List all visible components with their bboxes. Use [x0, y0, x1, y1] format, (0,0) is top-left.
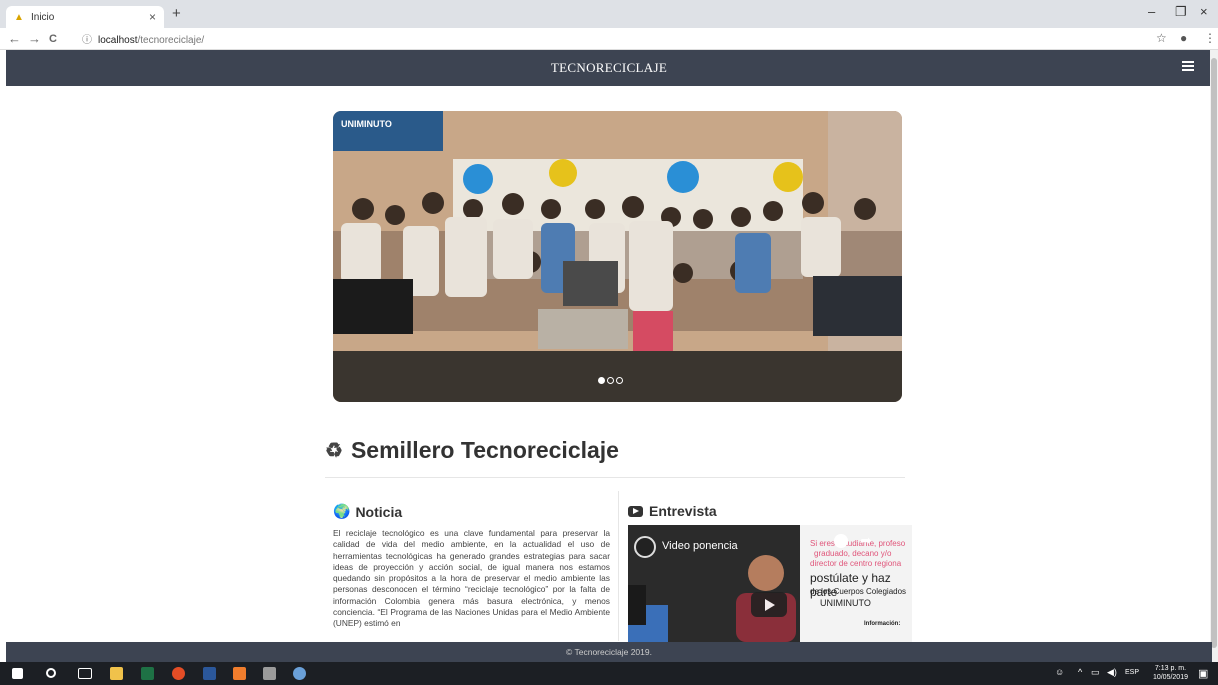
windows-start-icon[interactable]	[12, 668, 23, 679]
os-taskbar: ☺ ^ ▭ ◀) ESP 7:13 p. m. 10/05/2019 ▣	[0, 662, 1218, 685]
url-host: localhost	[98, 35, 138, 46]
url-path: /tecnoreciclaje/	[137, 35, 205, 46]
task-view-icon[interactable]	[78, 668, 92, 679]
browser-tab[interactable]: ▲ Inicio ×	[6, 6, 164, 28]
channel-logo-icon[interactable]	[634, 536, 656, 558]
browser-tabbar: ▲ Inicio × + – ❐ ×	[0, 0, 1218, 28]
search-icon[interactable]	[46, 668, 56, 678]
tab-close-icon[interactable]: ×	[149, 10, 156, 24]
youtube-icon	[628, 505, 643, 517]
clock-date: 10/05/2019	[1152, 674, 1188, 681]
section-divider	[325, 477, 905, 478]
play-button[interactable]	[751, 592, 787, 617]
interview-title-text: Entrevista	[649, 503, 717, 519]
video-player[interactable]: Si eres estudiante, profeso graduado, de…	[628, 525, 912, 642]
site-brand[interactable]: TECNORECICLAJE	[6, 60, 1212, 76]
network-icon[interactable]: ▭	[1091, 667, 1100, 678]
word-icon[interactable]	[203, 667, 216, 680]
news-title: 🌍 Noticia	[333, 503, 402, 520]
hamburger-menu-icon[interactable]	[1182, 61, 1194, 71]
video-title[interactable]: Video ponencia	[662, 540, 738, 552]
carousel-indicators	[598, 377, 623, 384]
recycle-icon: ♻	[325, 440, 343, 462]
language-indicator[interactable]: ESP	[1125, 669, 1139, 676]
tab-title: Inicio	[31, 11, 55, 23]
profile-icon[interactable]: ●	[1180, 31, 1187, 45]
carousel-dot[interactable]	[598, 377, 605, 384]
promo-line-2: graduado, decano y/o	[814, 549, 892, 558]
new-tab-button[interactable]: +	[172, 5, 181, 22]
file-explorer-icon[interactable]	[110, 667, 123, 680]
promo-line-1: Si eres estudiante, profeso	[810, 539, 906, 548]
site-footer: © Tecnoreciclaje 2019.	[6, 642, 1212, 662]
scrollbar-thumb[interactable]	[1211, 58, 1217, 648]
xampp-icon[interactable]	[233, 667, 246, 680]
close-window-button[interactable]: ×	[1200, 4, 1208, 19]
tray-chevron-icon[interactable]: ^	[1078, 667, 1082, 677]
watch-later-icon[interactable]	[834, 534, 848, 548]
column-divider	[618, 491, 619, 641]
promo-line-6: UNIMINUTO	[820, 598, 871, 608]
promo-line-7: Información:	[864, 621, 901, 627]
news-body: El reciclaje tecnológico es una clave fu…	[333, 528, 610, 629]
section-title: ♻ Semillero Tecnoreciclaje	[325, 437, 619, 464]
address-bar: ← → C ⓘ localhost/tecnoreciclaje/ ☆ ● ⋮	[0, 28, 1218, 50]
browser-menu-icon[interactable]: ⋮	[1204, 31, 1216, 45]
section-title-text: Semillero Tecnoreciclaje	[350, 437, 619, 463]
app-icon[interactable]	[263, 667, 276, 680]
chrome-icon[interactable]	[172, 667, 185, 680]
carousel-dot[interactable]	[616, 377, 623, 384]
paint-icon[interactable]	[293, 667, 306, 680]
forward-icon[interactable]: →	[28, 31, 41, 46]
carousel-logo-text: UNIMINUTO	[341, 119, 392, 129]
notifications-icon[interactable]: ▣	[1198, 667, 1208, 680]
clock-time: 7:13 p. m.	[1154, 665, 1187, 672]
promo-line-3: director de centro regiona	[810, 559, 902, 568]
people-icon[interactable]: ☺	[1055, 667, 1064, 677]
maximize-button[interactable]: ❐	[1175, 4, 1187, 20]
page-scrollbar[interactable]	[1210, 50, 1218, 662]
site-info-icon[interactable]: ⓘ	[82, 35, 92, 46]
bookmark-star-icon[interactable]: ☆	[1156, 31, 1167, 45]
system-clock[interactable]: 7:13 p. m. 10/05/2019	[1153, 664, 1188, 682]
url-field[interactable]: ⓘ localhost/tecnoreciclaje/	[82, 31, 204, 46]
news-title-text: Noticia	[355, 503, 403, 520]
favicon-icon: ▲	[14, 11, 24, 23]
reload-icon[interactable]: C	[49, 33, 57, 45]
volume-icon[interactable]: ◀)	[1107, 667, 1117, 678]
carousel-dot[interactable]	[607, 377, 614, 384]
share-icon[interactable]: ➦	[860, 532, 872, 549]
interview-title: Entrevista	[628, 503, 717, 519]
minimize-button[interactable]: –	[1148, 4, 1155, 19]
site-navbar: TECNORECICLAJE	[6, 50, 1212, 86]
excel-icon[interactable]	[141, 667, 154, 680]
back-icon[interactable]: ←	[8, 31, 21, 46]
carousel-photo: UNIMINUTO	[333, 111, 902, 402]
promo-line-5: de los Cuerpos Colegiados	[810, 587, 907, 596]
globe-icon: 🌍	[333, 503, 351, 519]
image-carousel[interactable]: UNIMINUTO	[333, 111, 902, 402]
